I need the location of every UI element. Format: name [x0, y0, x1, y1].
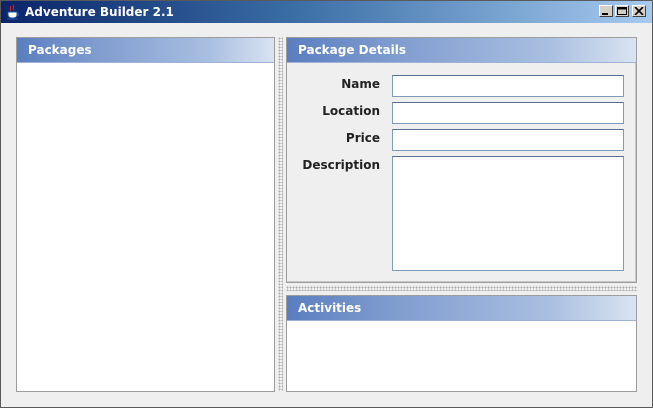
close-button[interactable]	[632, 5, 646, 17]
package-details-header: Package Details	[287, 38, 636, 63]
name-label: Name	[341, 77, 380, 91]
location-label: Location	[322, 104, 380, 118]
minimize-button[interactable]	[599, 5, 613, 17]
maximize-button[interactable]	[615, 5, 629, 17]
maximize-icon	[617, 7, 627, 15]
price-label: Price	[345, 131, 380, 145]
price-field[interactable]	[392, 129, 624, 151]
window-title: Adventure Builder 2.1	[25, 5, 174, 19]
app-window: Adventure Builder 2.1 Packages Package D…	[0, 0, 653, 408]
package-details-panel: Package Details Name Location Price Desc…	[286, 37, 637, 283]
activities-title: Activities	[298, 301, 362, 315]
description-field[interactable]	[392, 156, 624, 271]
packages-list[interactable]	[17, 63, 274, 391]
packages-title: Packages	[28, 43, 92, 57]
close-icon	[634, 7, 644, 15]
description-label: Description	[302, 158, 380, 172]
activities-panel: Activities	[286, 295, 637, 392]
minimize-icon	[602, 13, 608, 15]
location-field[interactable]	[392, 102, 624, 124]
package-details-title: Package Details	[298, 43, 406, 57]
packages-header: Packages	[17, 38, 274, 63]
horizontal-splitter[interactable]	[286, 286, 637, 291]
name-field[interactable]	[392, 75, 624, 97]
packages-panel: Packages	[16, 37, 275, 392]
vertical-splitter[interactable]	[278, 37, 283, 391]
activities-header: Activities	[287, 296, 636, 321]
java-cup-icon	[5, 4, 21, 20]
activities-list[interactable]	[287, 321, 636, 391]
title-bar[interactable]: Adventure Builder 2.1	[1, 1, 652, 23]
